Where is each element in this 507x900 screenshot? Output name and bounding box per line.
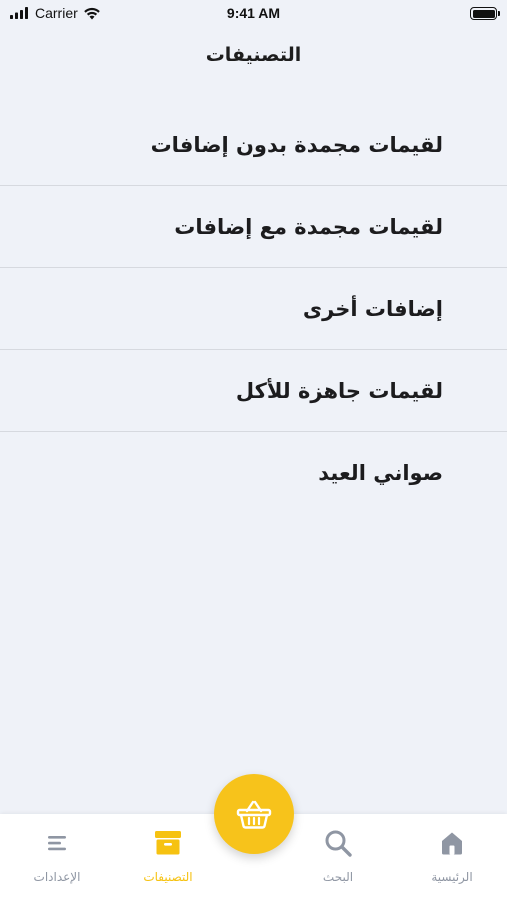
home-icon — [442, 832, 462, 855]
tab-search[interactable]: البحث — [283, 828, 393, 884]
category-label: إضافات أخرى — [302, 296, 443, 321]
category-list: لقيمات مجمدة بدون إضافات لقيمات مجمدة مع… — [0, 104, 507, 514]
status-time: 9:41 AM — [226, 5, 281, 21]
status-bar: Carrier 9:41 AM — [0, 0, 507, 28]
category-label: صواني العيد — [318, 461, 443, 485]
archive-box-icon — [155, 831, 181, 855]
category-item-frozen-with-toppings[interactable]: لقيمات مجمدة مع إضافات — [0, 186, 507, 268]
category-item-other-toppings[interactable]: إضافات أخرى — [0, 268, 507, 350]
search-icon — [325, 830, 352, 857]
screen: Carrier 9:41 AM التصنيفات لقيمات مجمدة ب… — [0, 0, 507, 900]
tab-settings-label: الإعدادات — [33, 870, 81, 884]
category-item-ready-to-eat[interactable]: لقيمات جاهزة للأكل — [0, 350, 507, 432]
tab-home[interactable]: الرئيسية — [397, 828, 507, 884]
page-title: التصنيفات — [205, 44, 302, 66]
category-label: لقيمات مجمدة بدون إضافات — [150, 132, 443, 157]
tab-categories[interactable]: التصنيفات — [113, 828, 223, 884]
category-item-eid-trays[interactable]: صواني العيد — [0, 432, 507, 514]
basket-button[interactable] — [214, 774, 294, 854]
tab-search-label: البحث — [322, 870, 354, 884]
tab-settings[interactable]: الإعدادات — [2, 828, 112, 884]
category-label: لقيمات جاهزة للأكل — [235, 378, 443, 403]
category-label: لقيمات مجمدة مع إضافات — [174, 214, 443, 239]
tab-home-label: الرئيسية — [431, 870, 473, 884]
tab-categories-label: التصنيفات — [143, 870, 193, 884]
menu-icon — [48, 836, 66, 851]
basket-icon — [236, 800, 272, 829]
category-item-frozen-plain[interactable]: لقيمات مجمدة بدون إضافات — [0, 104, 507, 186]
battery-icon — [470, 7, 500, 20]
